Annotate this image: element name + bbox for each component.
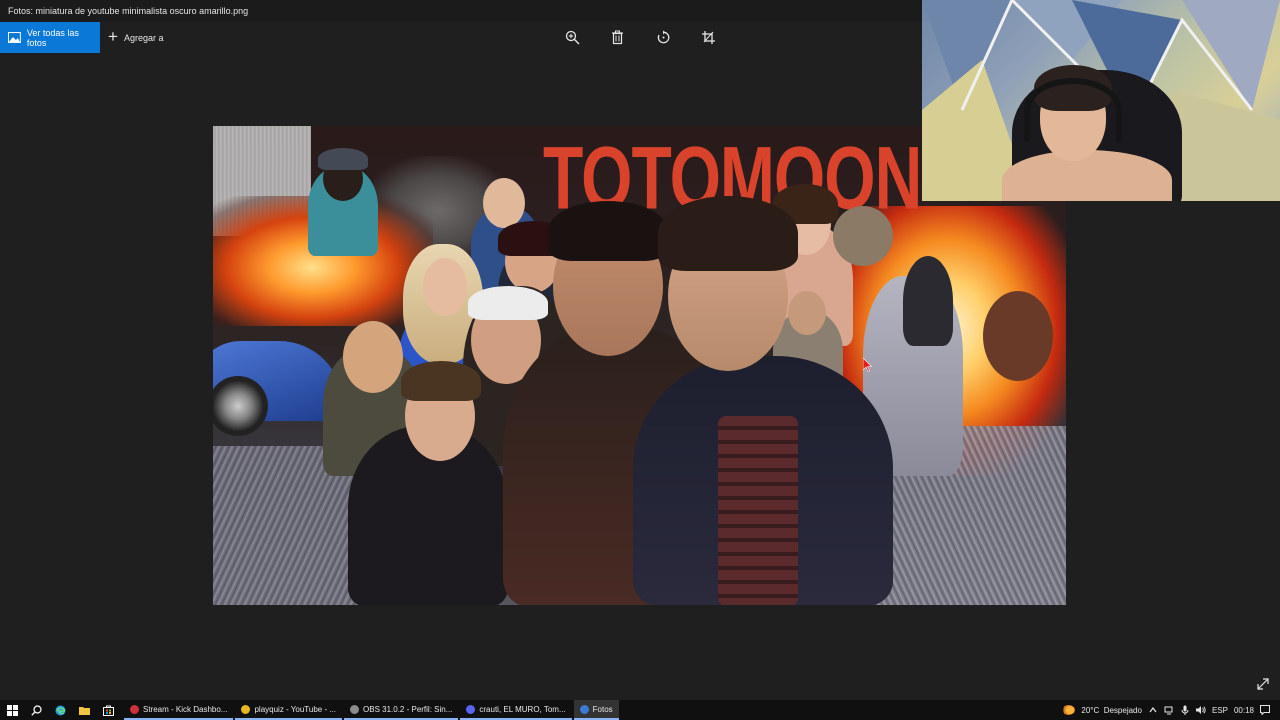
weather-icon <box>1062 705 1076 715</box>
delete-button[interactable] <box>607 27 627 47</box>
store-icon <box>102 705 114 716</box>
zoom-in-button[interactable] <box>562 27 582 47</box>
person-head <box>343 321 403 393</box>
person-hat <box>318 148 368 170</box>
taskbar-apps: Stream - Kick Dashbo... playquiz - YouTub… <box>124 700 619 720</box>
chevron-up-icon[interactable] <box>1148 705 1158 715</box>
person-hair <box>658 196 798 271</box>
folder-icon <box>78 706 90 715</box>
network-icon[interactable] <box>1164 705 1174 715</box>
weather-text[interactable]: 20°C Despejado <box>1081 706 1142 715</box>
person-hair <box>468 286 548 320</box>
start-button[interactable] <box>0 700 24 720</box>
person-face <box>423 258 467 316</box>
obs-icon <box>350 704 360 714</box>
taskbar-app-button[interactable]: crauti, EL MURO, Tom... <box>460 700 572 720</box>
edge-button[interactable] <box>48 700 72 720</box>
rotate-button[interactable] <box>653 27 673 47</box>
view-all-photos-button[interactable]: Ver todas las fotos <box>0 22 100 53</box>
photos-icon <box>579 704 589 714</box>
person-head <box>483 178 525 228</box>
view-all-photos-label: Ver todas las fotos <box>26 27 79 48</box>
streamer-body <box>1002 150 1172 201</box>
store-button[interactable] <box>96 700 120 720</box>
mouse-cursor-icon <box>863 358 873 372</box>
crop-icon <box>701 30 715 44</box>
kick-icon <box>130 704 139 714</box>
add-to-button[interactable]: + Agregar a <box>108 22 163 53</box>
system-tray: 20°C Despejado ESP 00:18 <box>1062 700 1280 720</box>
taskbar-app-label: crauti, EL MURO, Tom... <box>479 704 566 714</box>
windows-icon <box>6 704 18 716</box>
crop-button[interactable] <box>698 27 718 47</box>
taskbar-app-button[interactable]: playquiz - YouTube - ... <box>235 700 343 720</box>
speaker-icon[interactable] <box>1195 705 1206 715</box>
armor-graphic <box>718 416 798 605</box>
photos-app-window: Fotos: miniatura de youtube minimalista … <box>0 0 1280 720</box>
expand-icon[interactable] <box>1256 677 1270 691</box>
taskbar-app-label: playquiz - YouTube - ... <box>254 704 337 714</box>
plus-icon: + <box>108 27 118 46</box>
webcam-overlay <box>922 0 1280 201</box>
headset <box>1024 78 1122 142</box>
dog-head <box>833 206 893 266</box>
rotate-icon <box>657 30 669 43</box>
taskbar-app-label: OBS 31.0.2 - Perfil: Sin... <box>363 704 453 714</box>
zoom-in-icon <box>565 30 579 44</box>
window-title: Fotos: miniatura de youtube minimalista … <box>8 6 249 16</box>
file-explorer-button[interactable] <box>72 700 96 720</box>
person-hair <box>401 361 481 401</box>
taskbar-app-label: Fotos <box>592 704 613 714</box>
taskbar-app-button[interactable]: Fotos <box>573 700 619 720</box>
language-indicator[interactable]: ESP <box>1212 706 1228 715</box>
taskbar: Stream - Kick Dashbo... playquiz - YouTub… <box>0 700 1280 720</box>
search-icon <box>30 704 42 716</box>
person-head <box>983 291 1053 381</box>
taskbar-app-button[interactable]: OBS 31.0.2 - Perfil: Sin... <box>344 700 459 720</box>
taskbar-app-button[interactable]: Stream - Kick Dashbo... <box>124 700 234 720</box>
person-hair <box>903 256 953 346</box>
photos-icon <box>8 32 21 43</box>
delete-icon <box>611 30 623 44</box>
edge-icon <box>55 705 65 715</box>
person-hair <box>548 201 668 261</box>
person-head <box>788 291 826 335</box>
chrome-icon <box>241 704 251 714</box>
microphone-icon[interactable] <box>1180 705 1190 715</box>
notifications-icon[interactable] <box>1260 705 1270 715</box>
search-button[interactable] <box>24 700 48 720</box>
taskbar-app-label: Stream - Kick Dashbo... <box>143 704 228 714</box>
add-to-label: Agregar a <box>123 32 164 43</box>
discord-icon <box>466 704 476 714</box>
clock-time[interactable]: 00:18 <box>1234 706 1254 715</box>
